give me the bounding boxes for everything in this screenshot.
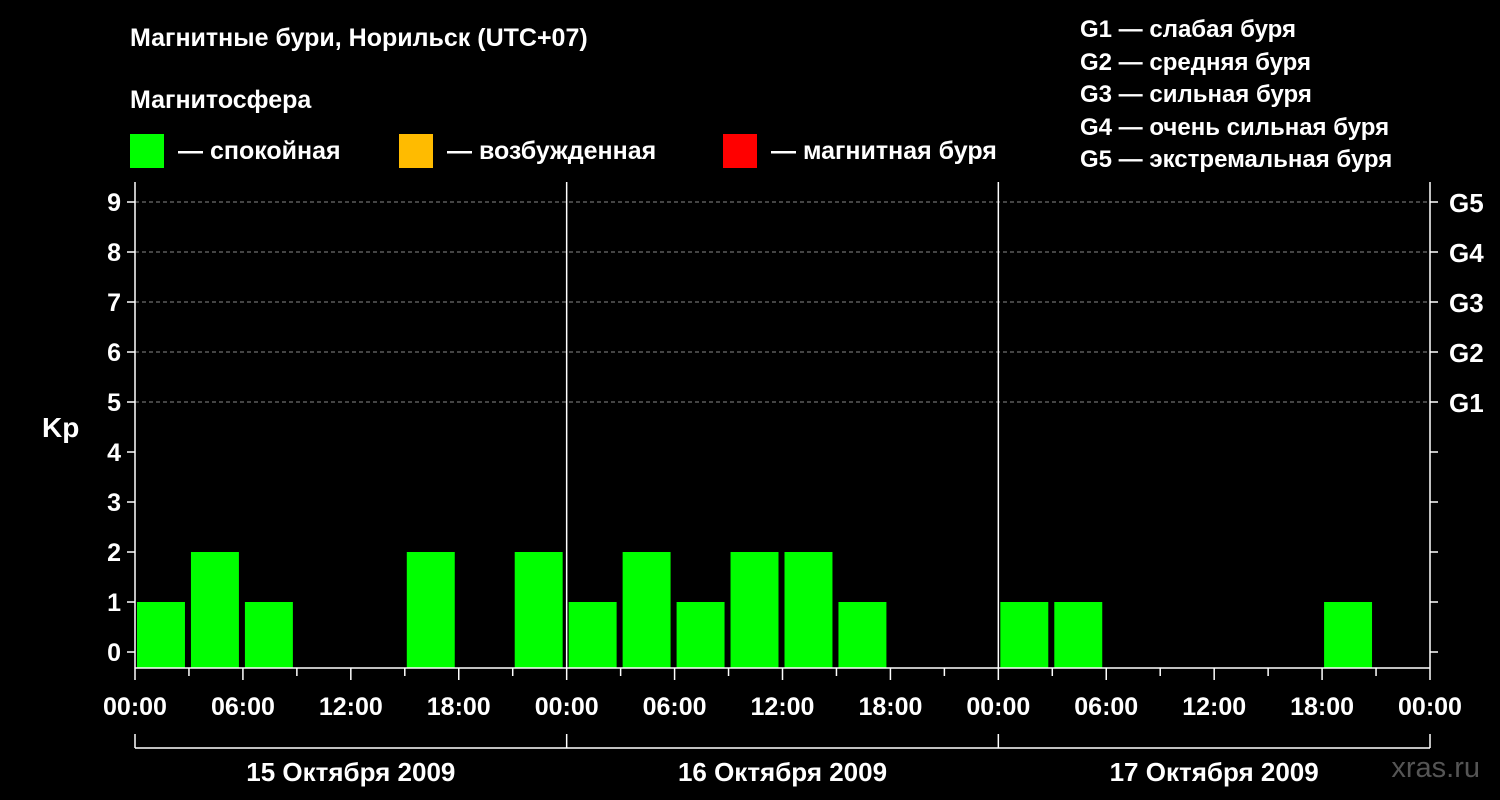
- x-tick-label: 12:00: [319, 693, 383, 721]
- x-tick-label: 18:00: [1290, 693, 1354, 721]
- kp-bar: [406, 552, 455, 668]
- date-label: 17 Октября 2009: [1110, 757, 1319, 787]
- kp-bar: [1000, 602, 1049, 668]
- kp-bar: [514, 552, 563, 668]
- kp-bar: [784, 552, 833, 668]
- kp-bar: [730, 552, 779, 668]
- x-tick-label: 12:00: [751, 693, 815, 721]
- x-tick-label: 06:00: [643, 693, 707, 721]
- kp-bar: [1054, 602, 1103, 668]
- y-tick-label: 3: [107, 489, 121, 517]
- y-tick-label: 1: [107, 589, 121, 617]
- x-tick-label: 00:00: [1398, 693, 1462, 721]
- kp-bar: [137, 602, 185, 668]
- kp-bar: [244, 602, 293, 668]
- g-level-label: G4: [1449, 238, 1484, 268]
- kp-bar: [1324, 602, 1373, 668]
- y-tick-label: 6: [107, 339, 121, 367]
- kp-bar: [568, 602, 617, 668]
- g-level-label: G2: [1449, 338, 1484, 368]
- x-tick-label: 00:00: [535, 693, 599, 721]
- kp-bar: [190, 552, 239, 668]
- x-tick-label: 06:00: [1074, 693, 1138, 721]
- y-tick-label: 5: [107, 389, 121, 417]
- x-tick-label: 12:00: [1182, 693, 1246, 721]
- x-tick-label: 18:00: [858, 693, 922, 721]
- g-level-label: G5: [1449, 188, 1484, 218]
- y-tick-label: 4: [107, 439, 121, 467]
- x-tick-label: 00:00: [966, 693, 1030, 721]
- date-label: 16 Октября 2009: [678, 757, 887, 787]
- y-tick-label: 7: [107, 289, 121, 317]
- y-tick-label: 8: [107, 239, 121, 267]
- g-level-label: G1: [1449, 388, 1484, 418]
- kp-bar: [838, 602, 887, 668]
- date-label: 15 Октября 2009: [246, 757, 455, 787]
- x-tick-label: 18:00: [427, 693, 491, 721]
- y-tick-label: 2: [107, 539, 121, 567]
- x-tick-label: 00:00: [103, 693, 167, 721]
- y-tick-label: 9: [107, 189, 121, 217]
- kp-bar: [622, 552, 671, 668]
- g-level-label: G3: [1449, 288, 1484, 318]
- kp-bar: [676, 602, 725, 668]
- kp-chart: 0 1 2 3 4 5 6 7 8 9 G1 G2 G3 G4 G5 00:00 06:00 12:00 18:00…: [103, 182, 1484, 787]
- x-tick-label: 06:00: [211, 693, 275, 721]
- y-tick-label: 0: [107, 639, 121, 667]
